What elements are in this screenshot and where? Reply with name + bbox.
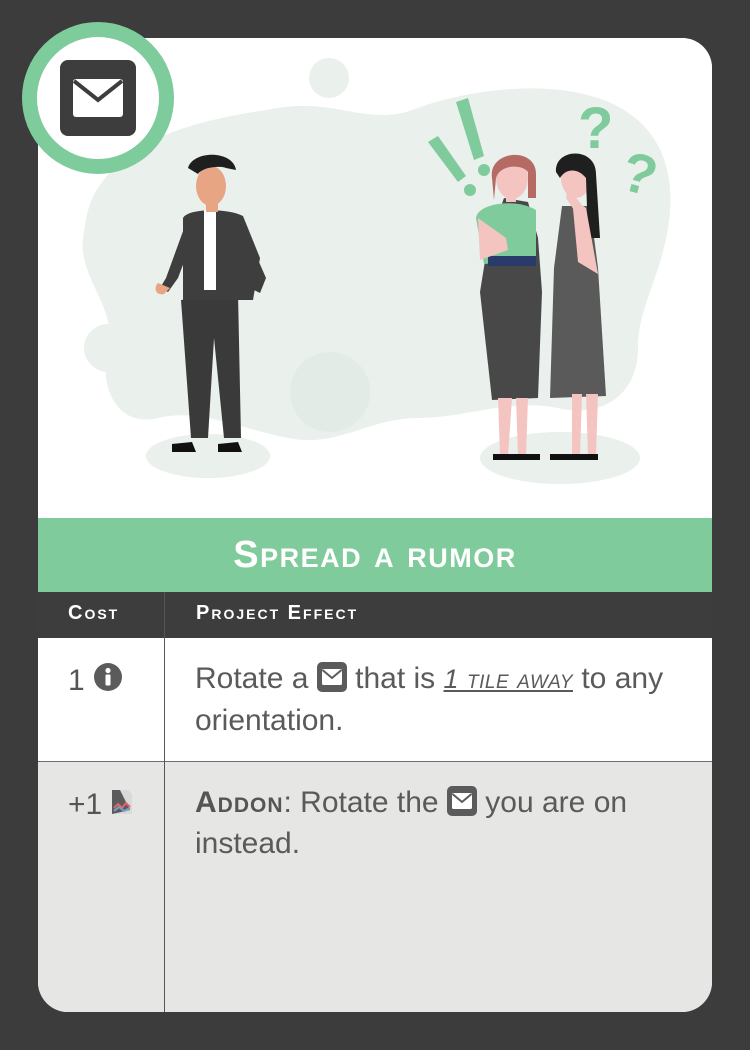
cost-header: Cost <box>68 602 120 624</box>
cost-cell: 1 <box>68 662 123 700</box>
svg-text:?: ? <box>578 96 613 161</box>
addon-effect-text: Addon: Rotate the you are on instead. <box>195 782 695 864</box>
effect-header: Project Effect <box>196 602 359 624</box>
table-header: Cost Project Effect <box>38 592 712 638</box>
title-banner: Spread a rumor <box>38 518 712 592</box>
cost-value: 1 <box>68 664 85 697</box>
effect-row-addon: +1 Addon: Rotate the you are on instead. <box>38 762 712 1012</box>
envelope-icon <box>446 786 477 816</box>
envelope-icon <box>60 60 136 136</box>
addon-cost-value: +1 <box>68 788 103 821</box>
info-icon <box>93 662 123 700</box>
effect-text-part1: Rotate a <box>195 662 309 695</box>
envelope-icon <box>316 662 347 692</box>
addon-keyword: Addon <box>195 786 284 819</box>
addon-card-icon <box>110 786 134 824</box>
effect-row-base: 1 Rotate a that is 1 tile away to any or… <box>38 638 712 762</box>
column-divider <box>164 592 165 1012</box>
effect-text: Rotate a that is 1 tile away to any orie… <box>195 658 695 741</box>
action-card: ? ? Spread a rumor Cost Project Effect 1… <box>38 38 712 1012</box>
effect-text-part2: that is <box>355 662 436 695</box>
card-type-badge <box>22 22 174 174</box>
card-title: Spread a rumor <box>233 533 517 576</box>
addon-text-part1: : Rotate the <box>283 786 439 819</box>
addon-cost-cell: +1 <box>68 786 134 824</box>
range-keyword: 1 tile away <box>443 664 573 694</box>
